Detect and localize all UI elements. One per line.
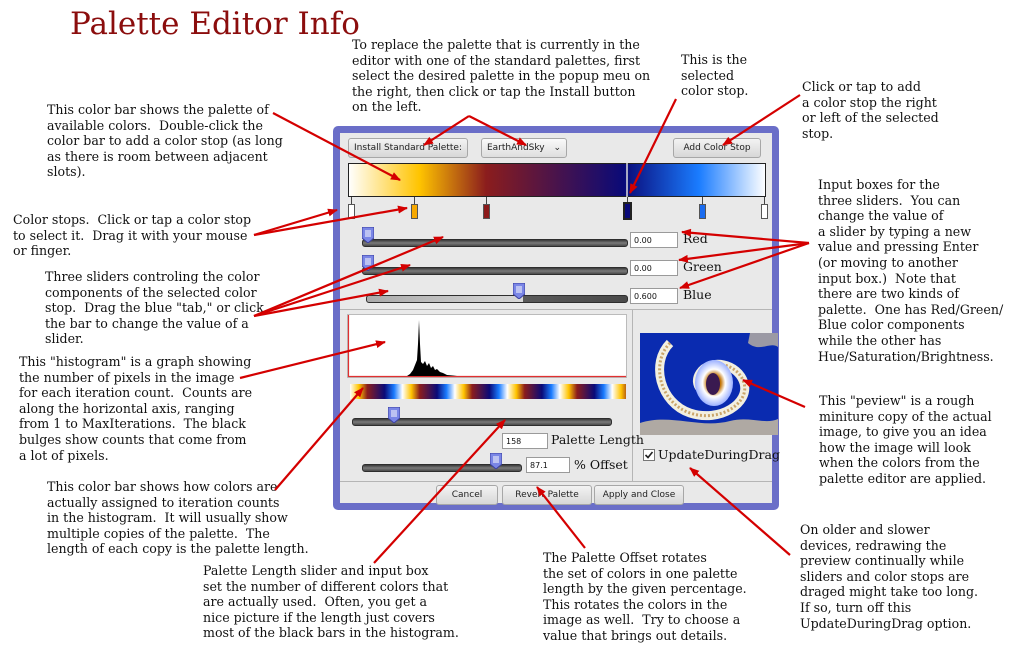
arrow <box>373 419 506 564</box>
arrow <box>722 94 801 146</box>
arrow <box>272 112 401 181</box>
arrow <box>423 115 470 146</box>
arrow <box>239 340 386 380</box>
arrow <box>742 378 806 409</box>
arrow <box>274 387 364 491</box>
arrow <box>536 486 586 549</box>
arrow <box>253 235 444 318</box>
arrow <box>468 115 527 146</box>
arrow <box>679 241 810 290</box>
arrow <box>678 241 810 263</box>
arrow <box>681 228 810 245</box>
arrow <box>689 467 791 556</box>
arrow <box>629 98 677 194</box>
annotation-arrows <box>239 94 810 564</box>
